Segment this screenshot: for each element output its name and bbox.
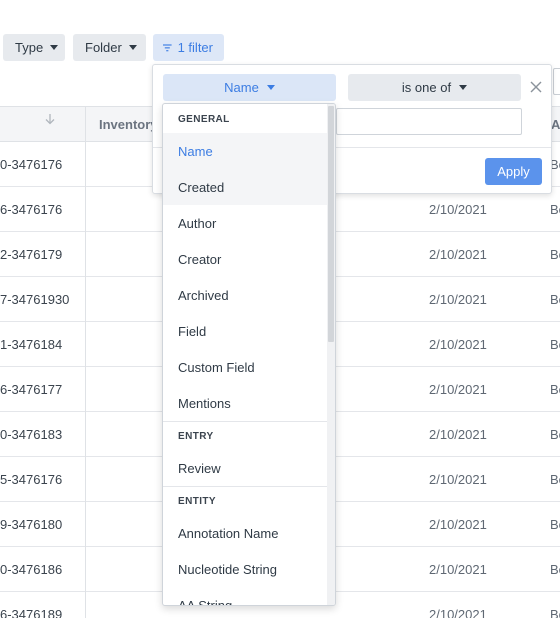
date-cell: 2/10/2021	[429, 247, 487, 262]
author-cell: Bo	[550, 382, 560, 397]
arrow-down-icon[interactable]	[44, 113, 56, 125]
menu-section-heading: GENERAL	[178, 114, 230, 125]
date-cell: 2/10/2021	[429, 292, 487, 307]
scrollbar-thumb[interactable]	[328, 106, 334, 342]
author-cell: Bo	[550, 202, 560, 217]
menu-item-creator[interactable]: Creator	[163, 241, 327, 277]
menu-item-name[interactable]: Name	[163, 133, 327, 169]
menu-item-custom-field[interactable]: Custom Field	[163, 349, 327, 385]
active-filters-button[interactable]: 1 filter	[153, 34, 224, 61]
operator-select-label: is one of	[401, 80, 452, 95]
inventory-page: Type Folder 1 filter Inventory A 0-34761…	[0, 0, 560, 618]
caret-down-icon	[266, 85, 275, 90]
field-select-label: Name	[224, 80, 259, 95]
date-cell: 2/10/2021	[429, 337, 487, 352]
author-cell: Bo	[550, 337, 560, 352]
item-id-cell: 1-3476184	[0, 337, 63, 352]
author-cell: Bo	[550, 517, 560, 532]
date-cell: 2/10/2021	[429, 472, 487, 487]
filter-lines-icon	[163, 43, 172, 51]
column-divider	[85, 106, 86, 618]
item-id-cell: 5-3476176	[0, 472, 63, 487]
menu-separator	[163, 421, 327, 422]
close-icon[interactable]	[529, 80, 543, 94]
search-box-partial[interactable]	[553, 68, 560, 95]
author-cell: Bo	[550, 247, 560, 262]
active-filters-label: 1 filter	[177, 40, 213, 55]
menu-item-archived[interactable]: Archived	[163, 277, 327, 313]
item-id-cell: 6-3476189	[0, 607, 63, 618]
column-header-inventory[interactable]: Inventory	[99, 117, 158, 132]
menu-separator	[163, 486, 327, 487]
item-id-cell: 0-3476186	[0, 562, 63, 577]
author-cell: Bo	[550, 607, 560, 618]
date-cell: 2/10/2021	[429, 562, 487, 577]
item-id-cell: 6-3476177	[0, 382, 63, 397]
item-id-cell: 6-3476176	[0, 202, 63, 217]
menu-item-aa-string[interactable]: AA String	[163, 587, 327, 606]
apply-button[interactable]: Apply	[485, 158, 542, 185]
field-select[interactable]: Name	[163, 74, 336, 101]
type-filter-button[interactable]: Type	[3, 34, 65, 61]
menu-item-author[interactable]: Author	[163, 205, 327, 241]
filter-value-input[interactable]	[336, 108, 522, 135]
item-id-cell: 9-3476180	[0, 517, 63, 532]
menu-item-annotation-name[interactable]: Annotation Name	[163, 515, 327, 551]
column-header-author[interactable]: A	[551, 117, 560, 132]
item-id-cell: 0-3476183	[0, 427, 63, 442]
menu-item-nucleotide-string[interactable]: Nucleotide String	[163, 551, 327, 587]
menu-section-heading: ENTRY	[178, 431, 214, 442]
dropdown-scrollbar[interactable]	[327, 104, 335, 605]
item-id-cell: 7-34761930	[0, 292, 70, 307]
author-cell: Bo	[550, 292, 560, 307]
menu-item-review[interactable]: Review	[163, 450, 327, 486]
menu-item-field[interactable]: Field	[163, 313, 327, 349]
menu-item-mentions[interactable]: Mentions	[163, 385, 327, 421]
date-cell: 2/10/2021	[429, 382, 487, 397]
menu-section-heading: ENTITY	[178, 496, 216, 507]
folder-filter-label: Folder	[85, 40, 122, 55]
author-cell: Bo	[550, 472, 560, 487]
date-cell: 2/10/2021	[429, 517, 487, 532]
folder-filter-button[interactable]: Folder	[73, 34, 146, 61]
field-dropdown-menu: GENERAL Name Created Author Creator Archived F…	[162, 103, 336, 606]
type-filter-label: Type	[15, 40, 44, 55]
menu-item-created[interactable]: Created	[163, 169, 327, 205]
item-id-cell: 0-3476176	[0, 157, 63, 172]
date-cell: 2/10/2021	[429, 427, 487, 442]
caret-down-icon	[50, 45, 59, 50]
date-cell: 2/10/2021	[429, 202, 487, 217]
caret-down-icon	[459, 85, 468, 90]
author-cell: Bo	[550, 427, 560, 442]
author-cell: Bo	[550, 562, 560, 577]
operator-select[interactable]: is one of	[348, 74, 521, 101]
item-id-cell: 2-3476179	[0, 247, 63, 262]
date-cell: 2/10/2021	[429, 607, 487, 618]
caret-down-icon	[128, 45, 137, 50]
